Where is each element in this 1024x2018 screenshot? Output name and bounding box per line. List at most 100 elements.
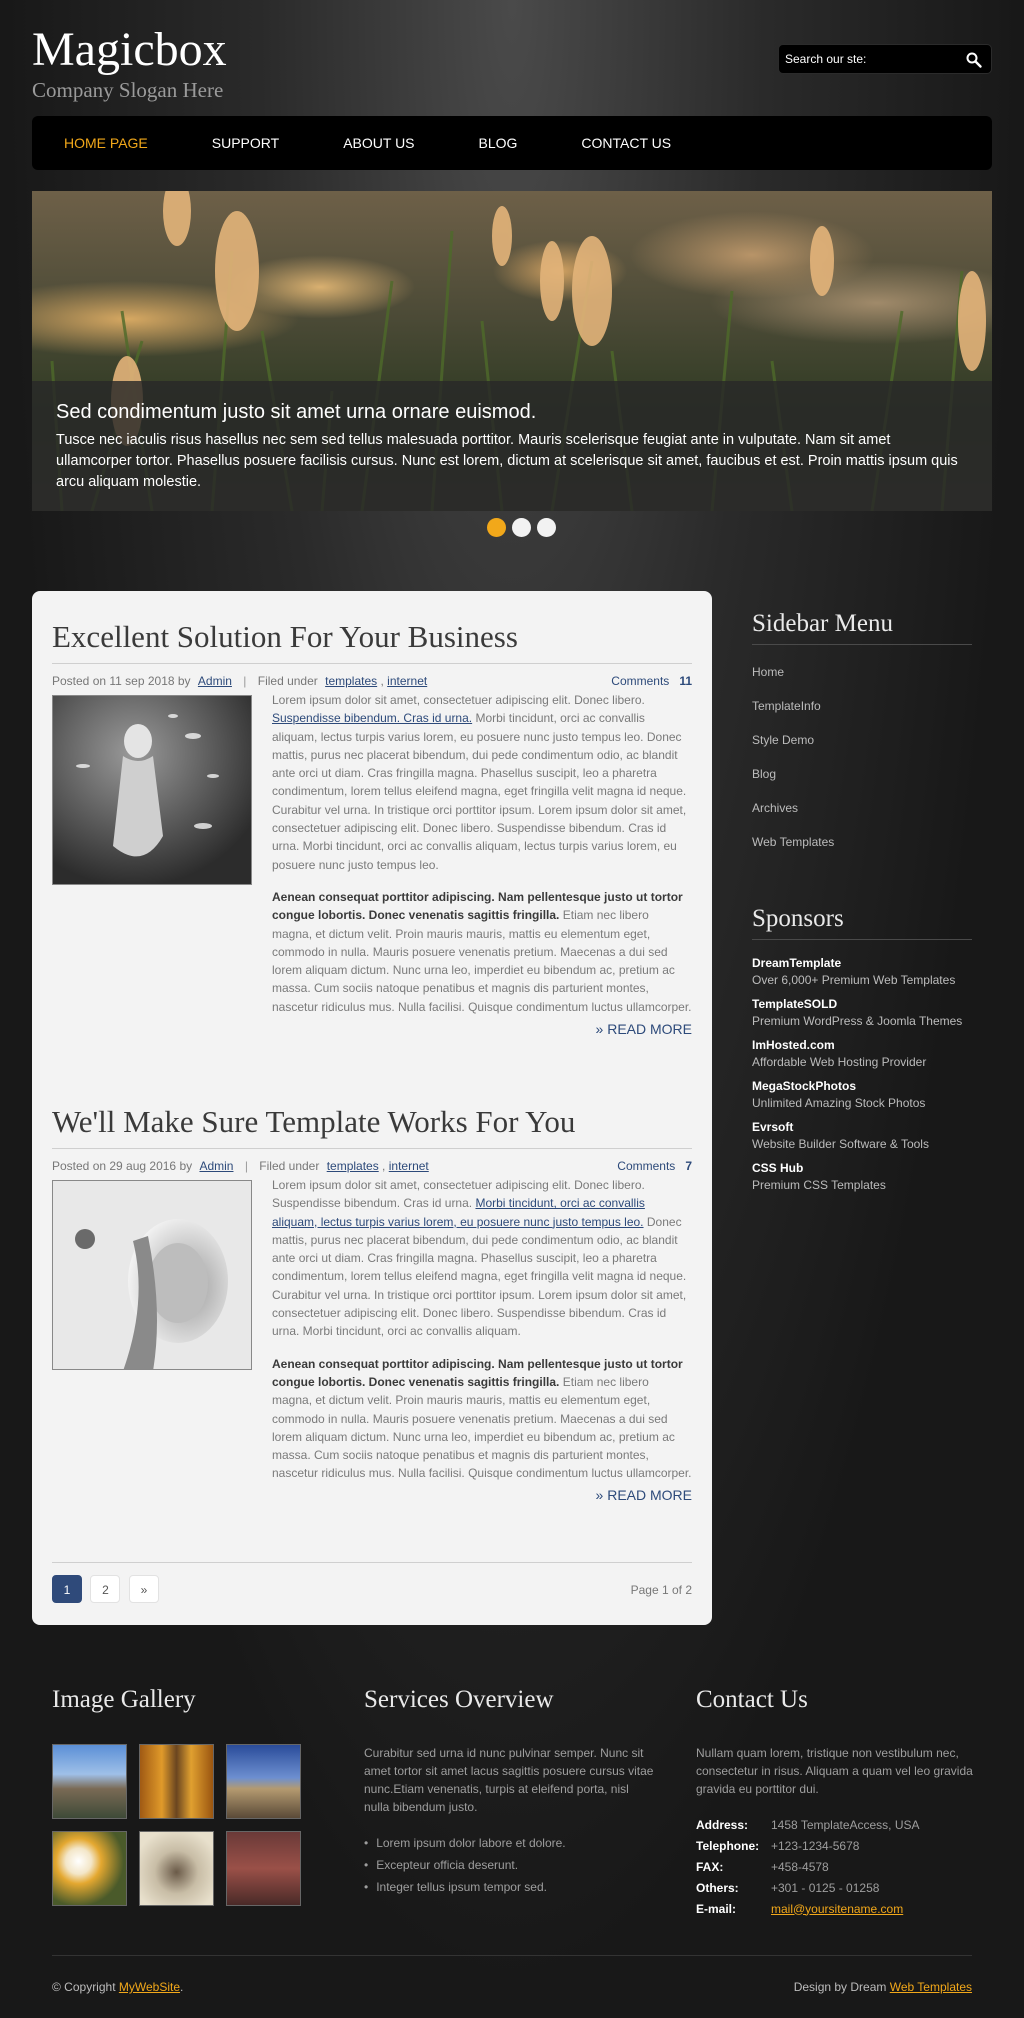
gallery-thumb-city[interactable]	[52, 1744, 127, 1819]
sidebar-item-home[interactable]: Home	[752, 655, 972, 689]
read-more-link[interactable]: » READ MORE	[596, 1021, 692, 1037]
tag-link[interactable]: templates	[327, 1159, 379, 1173]
post-text: Etiam nec libero magna, et dictum velit.…	[272, 1374, 692, 1481]
nav-item-home[interactable]: HOME PAGE	[64, 135, 148, 151]
post-inline-link[interactable]: Suspendisse bibendum. Cras id urna.	[272, 711, 472, 725]
sidebar-menu-title: Sidebar Menu	[752, 610, 972, 645]
comments-link[interactable]: Comments 11	[611, 674, 692, 688]
services-title: Services Overview	[364, 1686, 554, 1713]
search-input[interactable]	[785, 52, 955, 66]
address-label: Address:	[696, 1817, 749, 1832]
page-next-button[interactable]: »	[128, 1575, 159, 1603]
nav-item-blog[interactable]: BLOG	[479, 135, 518, 151]
post-body: Lorem ipsum dolor sit amet, consectetuer…	[272, 1176, 692, 1497]
sidebar-item-style-demo[interactable]: Style Demo	[752, 723, 972, 757]
main-content: Excellent Solution For Your Business Pos…	[32, 591, 712, 1625]
email-link[interactable]: mail@yoursitename.com	[771, 1902, 903, 1916]
blog-post: Excellent Solution For Your Business Pos…	[52, 619, 692, 1069]
read-more-link[interactable]: » READ MORE	[596, 1487, 692, 1503]
design-credit-text: Design by Dream	[793, 1980, 887, 1994]
telephone-label: Telephone:	[696, 1838, 760, 1853]
sidebar-item-blog[interactable]: Blog	[752, 757, 972, 791]
nav-item-contact[interactable]: CONTACT US	[581, 135, 671, 151]
comments-count: 7	[685, 1159, 692, 1173]
post-date: Posted on 11 sep 2018 by	[52, 674, 191, 688]
post-thumbnail[interactable]	[52, 1180, 252, 1370]
footer-bottom: © Copyright MyWebSite. Design by Dream W…	[52, 1955, 972, 1994]
sponsor-desc: Unlimited Amazing Stock Photos	[752, 1096, 926, 1110]
sponsor-item[interactable]: TemplateSOLD Premium WordPress & Joomla T…	[752, 997, 972, 1028]
services-overview: Services Overview Curabitur sed urna id …	[364, 1686, 654, 1902]
sponsor-item[interactable]: Evrsoft Website Builder Software & Tools	[752, 1120, 972, 1151]
woman-winter-image	[53, 1181, 251, 1369]
filed-under-label: Filed under	[259, 1159, 320, 1173]
sponsor-name: MegaStockPhotos	[752, 1079, 857, 1093]
fax-value: +458-4578	[771, 1859, 829, 1874]
tag-comma: ,	[377, 674, 388, 688]
telephone-value: +123-1234-5678	[771, 1838, 860, 1853]
post-author-link[interactable]: Admin	[198, 674, 232, 688]
post-author-link[interactable]: Admin	[199, 1159, 233, 1173]
page-button-1[interactable]: 1	[52, 1575, 82, 1603]
sponsor-item[interactable]: ImHosted.com Affordable Web Hosting Provi…	[752, 1038, 972, 1069]
sponsor-item[interactable]: MegaStockPhotos Unlimited Amazing Stock P…	[752, 1079, 972, 1110]
post-text: Lorem ipsum dolor sit amet, consectetuer…	[272, 693, 645, 707]
gallery-thumb-velvet-sign[interactable]	[226, 1831, 301, 1906]
gallery-thumb-flowers[interactable]	[52, 1831, 127, 1906]
comments-link[interactable]: Comments 7	[617, 1159, 692, 1173]
others-label: Others:	[696, 1880, 739, 1895]
sponsor-name: CSS Hub	[752, 1161, 804, 1175]
blog-post: We'll Make Sure Template Works For You P…	[52, 1104, 692, 1534]
copyright-period: .	[180, 1980, 184, 1994]
nav-item-support[interactable]: SUPPORT	[212, 135, 279, 151]
slider-text: Tusce nec iaculis risus hasellus nec sem…	[56, 432, 958, 490]
sidebar-item-web-templates[interactable]: Web Templates	[752, 825, 972, 859]
post-title[interactable]: Excellent Solution For Your Business	[52, 619, 692, 664]
hero-slider[interactable]: Sed condimentum justo sit amet urna orna…	[32, 191, 992, 511]
search-box	[778, 44, 992, 74]
copyright-link[interactable]: MyWebSite	[119, 1980, 180, 1994]
tag-link[interactable]: internet	[387, 674, 427, 688]
slider-dot-1[interactable]	[487, 518, 506, 537]
sponsor-item[interactable]: DreamTemplate Over 6,000+ Premium Web Tem…	[752, 956, 972, 987]
sidebar-item-archives[interactable]: Archives	[752, 791, 972, 825]
gallery-thumb-autumn-trees[interactable]	[139, 1744, 214, 1819]
tag-comma: ,	[378, 1159, 389, 1173]
sidebar-item-templateinfo[interactable]: TemplateInfo	[752, 689, 972, 723]
nav-item-about[interactable]: ABOUT US	[343, 135, 414, 151]
post-title[interactable]: We'll Make Sure Template Works For You	[52, 1104, 692, 1149]
post-text: Donec mattis, purus nec placerat bibendu…	[272, 1214, 687, 1339]
sponsor-desc: Website Builder Software & Tools	[752, 1137, 929, 1151]
sponsor-desc: Premium CSS Templates	[752, 1178, 886, 1192]
copyright-text: © Copyright	[52, 1980, 116, 1994]
others-value: +301 - 0125 - 01258	[771, 1880, 880, 1895]
sidebar-menu: Home TemplateInfo Style Demo Blog Archiv…	[752, 655, 972, 859]
slider-pagination	[487, 518, 556, 537]
design-credit-link[interactable]: Web Templates	[890, 1980, 972, 1994]
gallery-thumb-desert-road[interactable]	[226, 1744, 301, 1819]
site-slogan: Company Slogan Here	[32, 78, 224, 102]
site-logo[interactable]: Magicbox Company Slogan Here	[32, 26, 227, 103]
tag-link[interactable]: internet	[389, 1159, 429, 1173]
main-nav: HOME PAGE SUPPORT ABOUT US BLOG CONTACT …	[32, 116, 992, 170]
gallery-title: Image Gallery	[52, 1686, 196, 1713]
page-button-2[interactable]: 2	[90, 1575, 121, 1603]
gallery-thumb-vintage-car[interactable]	[139, 1831, 214, 1906]
sidebar: Sidebar Menu Home TemplateInfo Style Dem…	[752, 610, 972, 1192]
search-icon[interactable]	[965, 51, 983, 69]
comments-count: 11	[679, 674, 692, 688]
slider-dot-3[interactable]	[537, 518, 556, 537]
post-meta: Posted on 29 aug 2016 by Admin | Filed u…	[52, 1159, 692, 1175]
sponsor-desc: Affordable Web Hosting Provider	[752, 1055, 927, 1069]
sponsor-item[interactable]: CSS Hub Premium CSS Templates	[752, 1161, 972, 1192]
sponsor-name: DreamTemplate	[752, 956, 842, 970]
post-text: Etiam nec libero magna, et dictum velit.…	[272, 908, 692, 1014]
tag-link[interactable]: templates	[325, 674, 377, 688]
pagination: 1 2 » Page 1 of 2	[52, 1562, 692, 1603]
post-thumbnail[interactable]	[52, 695, 252, 885]
sponsor-desc: Over 6,000+ Premium Web Templates	[752, 973, 956, 987]
email-cell: mail@yoursitename.com	[771, 1898, 920, 1919]
meta-separator: |	[244, 1159, 248, 1173]
services-list-item: Excepteur officia deserunt.	[364, 1858, 654, 1880]
slider-dot-2[interactable]	[512, 518, 531, 537]
